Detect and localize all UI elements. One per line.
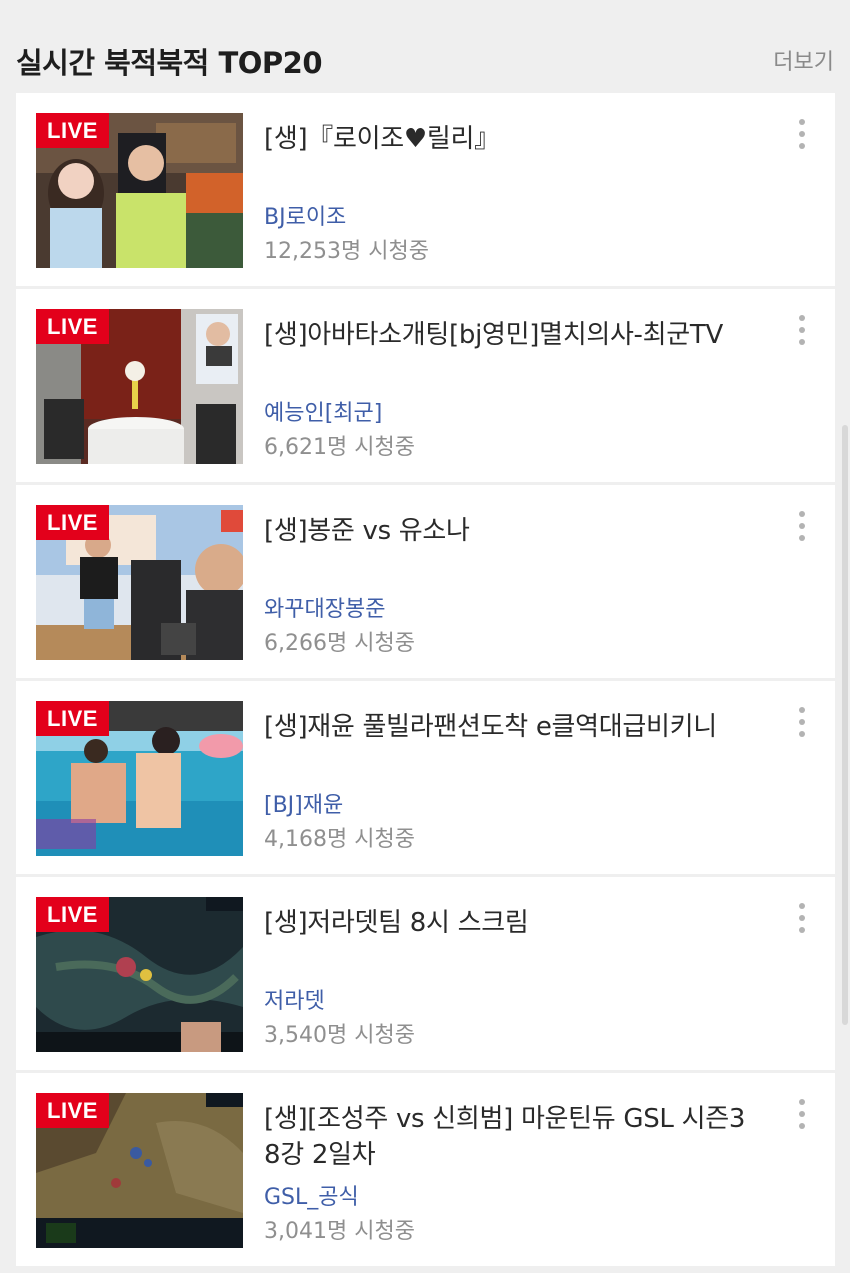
stream-title[interactable]: [생]봉준 vs 유소나 [264, 513, 764, 549]
section-title: 실시간 북적북적 TOP20 [16, 46, 323, 80]
live-card[interactable]: LIVE [생]재윤 풀빌라팬션도착 e클역대급비키니 [BJ]재윤 4,168… [16, 681, 835, 874]
channel-name[interactable]: BJ로이조 [264, 199, 346, 231]
viewer-count: 6,266명 시청중 [264, 631, 415, 656]
live-badge: LIVE [36, 505, 109, 540]
stream-thumbnail[interactable]: LIVE [36, 113, 243, 268]
more-options-icon[interactable] [792, 703, 812, 743]
channel-name[interactable]: 와꾸대장봉준 [264, 591, 385, 623]
live-badge: LIVE [36, 701, 109, 736]
viewer-count: 12,253명 시청중 [264, 239, 429, 264]
stream-title[interactable]: [생]재윤 풀빌라팬션도착 e클역대급비키니 [264, 709, 764, 745]
more-options-icon[interactable] [792, 507, 812, 547]
live-card[interactable]: LIVE [생]『로이조♥릴리』 BJ로이조 12,253명 시청중 [16, 93, 835, 286]
viewer-count: 3,041명 시청중 [264, 1219, 415, 1244]
channel-name[interactable]: [BJ]재윤 [264, 787, 343, 819]
section-header: 실시간 북적북적 TOP20 더보기 [0, 0, 850, 92]
stream-thumbnail[interactable]: LIVE [36, 309, 243, 464]
viewer-count: 4,168명 시청중 [264, 827, 415, 852]
stream-title[interactable]: [생][조성주 vs 신희범] 마운틴듀 GSL 시즌3 8강 2일차 [264, 1101, 764, 1173]
live-card[interactable]: LIVE [생]아바타소개팅[bj영민]멸치의사-최군TV 예능인[최군] 6,… [16, 289, 835, 482]
stream-thumbnail[interactable]: LIVE [36, 1093, 243, 1248]
more-options-icon[interactable] [792, 115, 812, 155]
more-options-icon[interactable] [792, 899, 812, 939]
live-card[interactable]: LIVE [생]저라뎃팀 8시 스크림 저라뎃 3,540명 시청중 [16, 877, 835, 1070]
more-link[interactable]: 더보기 [773, 44, 834, 76]
page: 실시간 북적북적 TOP20 더보기 LIVE [생]『로이조♥릴리』 BJ로이… [0, 0, 850, 1273]
channel-name[interactable]: GSL_공식 [264, 1179, 359, 1211]
stream-title[interactable]: [생]저라뎃팀 8시 스크림 [264, 905, 764, 941]
stream-title[interactable]: [생]『로이조♥릴리』 [264, 121, 764, 157]
live-badge: LIVE [36, 309, 109, 344]
scrollbar[interactable] [842, 425, 848, 1025]
live-card[interactable]: LIVE [생]봉준 vs 유소나 와꾸대장봉준 6,266명 시청중 [16, 485, 835, 678]
stream-thumbnail[interactable]: LIVE [36, 701, 243, 856]
live-list: LIVE [생]『로이조♥릴리』 BJ로이조 12,253명 시청중 LIVE … [16, 93, 835, 1269]
viewer-count: 6,621명 시청중 [264, 435, 415, 460]
live-badge: LIVE [36, 1093, 109, 1128]
stream-title[interactable]: [생]아바타소개팅[bj영민]멸치의사-최군TV [264, 317, 764, 353]
more-options-icon[interactable] [792, 311, 812, 351]
live-badge: LIVE [36, 897, 109, 932]
stream-thumbnail[interactable]: LIVE [36, 505, 243, 660]
live-badge: LIVE [36, 113, 109, 148]
viewer-count: 3,540명 시청중 [264, 1023, 415, 1048]
channel-name[interactable]: 예능인[최군] [264, 395, 382, 427]
more-options-icon[interactable] [792, 1095, 812, 1135]
channel-name[interactable]: 저라뎃 [264, 983, 325, 1015]
stream-thumbnail[interactable]: LIVE [36, 897, 243, 1052]
live-card[interactable]: LIVE [생][조성주 vs 신희범] 마운틴듀 GSL 시즌3 8강 2일차… [16, 1073, 835, 1266]
